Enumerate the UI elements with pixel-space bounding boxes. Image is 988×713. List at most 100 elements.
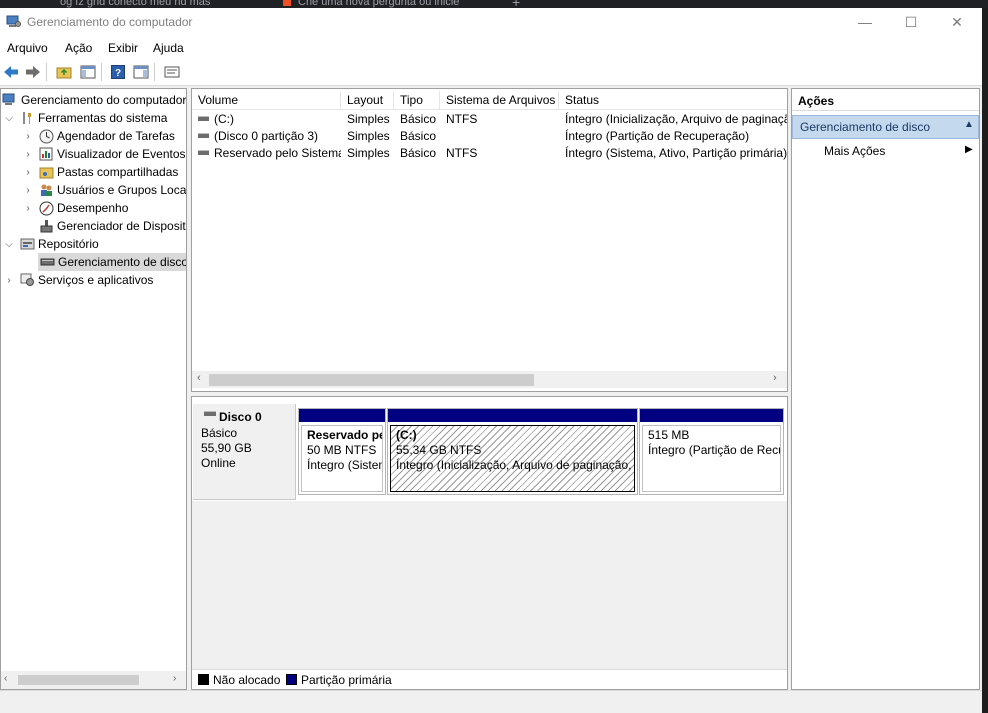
- scroll-left-icon[interactable]: ‹: [197, 372, 201, 384]
- new-tab-icon[interactable]: +: [512, 0, 520, 8]
- table-row[interactable]: Reservado pelo Sistema Simples Básico NT…: [192, 145, 787, 162]
- menu-exibir[interactable]: Exibir: [108, 41, 138, 55]
- disk-icon: [198, 133, 209, 139]
- tree-item-computer-management[interactable]: Gerenciamento do computador: [1, 91, 186, 109]
- show-hide-tree-icon[interactable]: [79, 63, 97, 81]
- menu-acao[interactable]: Ação: [65, 41, 92, 55]
- tree-item-system-tools[interactable]: ⌵ Ferramentas do sistema: [3, 109, 167, 127]
- chevron-right-icon[interactable]: ›: [22, 185, 34, 196]
- partition-status: Íntegro (Partição de Recuperação): [648, 443, 780, 457]
- computer-management-icon: [2, 92, 18, 108]
- tree-label: Ferramentas do sistema: [38, 111, 168, 125]
- toolbar: ?: [0, 58, 982, 86]
- column-header-status[interactable]: Status: [559, 91, 787, 110]
- tree-item-shared-folders[interactable]: › Pastas compartilhadas: [22, 163, 178, 181]
- disk-icon: [204, 411, 216, 416]
- storage-icon: [19, 236, 35, 252]
- volume-fs: NTFS: [446, 112, 478, 126]
- actions-header: Ações: [792, 89, 979, 111]
- tree-label: Gerenciamento do computador: [21, 93, 187, 107]
- scrollbar-thumb[interactable]: [209, 374, 534, 386]
- volume-type: Básico: [400, 129, 437, 143]
- tree-item-services[interactable]: › Serviços e aplicativos: [3, 271, 153, 289]
- table-row[interactable]: (C:) Simples Básico NTFS Íntegro (Inicia…: [192, 111, 787, 128]
- disk-name: Disco 0: [219, 410, 262, 424]
- tree-item-event-viewer[interactable]: › Visualizador de Eventos: [22, 145, 185, 163]
- volume-name: (C:): [214, 112, 234, 126]
- browser-tab[interactable]: Crie uma nova pergunta ou inicie: [298, 0, 459, 8]
- partition-size: 515 MB: [648, 428, 690, 442]
- shared-folder-icon: [38, 164, 54, 180]
- volume-list: Volume Layout Tipo Sistema de Arquivos S…: [191, 88, 788, 392]
- services-icon: [19, 272, 35, 288]
- tree-horizontal-scrollbar[interactable]: ‹ ›: [1, 671, 186, 689]
- tree-label: Desempenho: [57, 201, 129, 215]
- close-button[interactable]: ✕: [934, 8, 980, 36]
- tree-item-disk-management[interactable]: Gerenciamento de disco: [38, 253, 186, 271]
- chevron-right-icon[interactable]: ›: [22, 149, 34, 160]
- partition-recovery[interactable]: 515 MB Íntegro (Partição de Recuperação): [639, 408, 784, 495]
- window-title: Gerenciamento do computador: [27, 15, 193, 29]
- partition-c[interactable]: (C:) 55,34 GB NTFS Íntegro (Inicializaçã…: [387, 408, 638, 495]
- back-icon[interactable]: [2, 63, 20, 81]
- chevron-down-icon[interactable]: ⌵: [3, 239, 15, 250]
- disk-icon: [40, 254, 55, 270]
- browser-tab[interactable]: og fz gnd conecto meu hd mas: [60, 0, 210, 8]
- tree-item-storage[interactable]: ⌵ Repositório: [3, 235, 99, 253]
- forward-icon[interactable]: [24, 63, 42, 81]
- primary-partition-bar: [388, 409, 637, 422]
- scroll-right-icon[interactable]: ›: [173, 673, 176, 684]
- tree-item-device-manager[interactable]: Gerenciador de Dispositivos: [34, 217, 186, 235]
- chevron-right-icon[interactable]: ›: [22, 203, 34, 214]
- disk-info-box[interactable]: Disco 0 Básico 55,90 GB Online: [193, 404, 296, 500]
- column-header-layout[interactable]: Layout: [341, 91, 394, 110]
- performance-icon: [38, 200, 54, 216]
- volume-fs: NTFS: [446, 146, 478, 160]
- menu-ajuda[interactable]: Ajuda: [153, 41, 184, 55]
- chevron-right-icon[interactable]: ›: [3, 275, 15, 286]
- partition-status: Íntegro (Inicialização, Arquivo de pagin…: [396, 458, 634, 472]
- scroll-left-icon[interactable]: ‹: [4, 673, 7, 684]
- chevron-right-icon[interactable]: ›: [22, 167, 34, 178]
- minimize-button[interactable]: —: [842, 8, 888, 36]
- toolbar-separator: [101, 63, 102, 81]
- device-manager-icon: [38, 218, 54, 234]
- chevron-down-icon[interactable]: ⌵: [3, 113, 15, 124]
- more-actions-item[interactable]: Mais Ações: [824, 144, 885, 158]
- tree-item-task-scheduler[interactable]: › Agendador de Tarefas: [22, 127, 175, 145]
- up-folder-icon[interactable]: [55, 63, 73, 81]
- actions-section-label: Gerenciamento de disco: [800, 120, 931, 134]
- maximize-button[interactable]: ☐: [888, 8, 934, 36]
- column-header-tipo[interactable]: Tipo: [394, 91, 440, 110]
- table-row[interactable]: (Disco 0 partição 3) Simples Básico Ínte…: [192, 128, 787, 145]
- tree-item-performance[interactable]: › Desempenho: [22, 199, 128, 217]
- actions-section-disk-management[interactable]: Gerenciamento de disco ▲: [792, 115, 979, 139]
- show-hide-action-pane-icon[interactable]: [132, 63, 150, 81]
- column-header-volume[interactable]: Volume: [192, 91, 341, 110]
- computer-management-icon: [6, 15, 21, 27]
- console-tree: Gerenciamento do computador ⌵ Ferramenta…: [0, 88, 187, 690]
- disk-graphical-view: Disco 0 Básico 55,90 GB Online Reservado…: [191, 396, 788, 690]
- partition-size: 50 MB NTFS: [307, 443, 377, 457]
- scrollbar-thumb[interactable]: [18, 675, 139, 685]
- column-header-file-system[interactable]: Sistema de Arquivos: [440, 91, 559, 110]
- volume-layout: Simples: [347, 112, 390, 126]
- primary-partition-bar: [640, 409, 783, 422]
- properties-icon[interactable]: [163, 63, 181, 81]
- volume-list-horizontal-scrollbar[interactable]: ‹ ›: [192, 371, 787, 388]
- collapse-up-icon[interactable]: ▲: [964, 119, 974, 130]
- graphical-view-background: [192, 501, 787, 669]
- chevron-right-icon[interactable]: ›: [22, 131, 34, 142]
- help-icon[interactable]: ?: [109, 63, 127, 81]
- disk-icon: [198, 150, 209, 156]
- partition-system-reserved[interactable]: Reservado pelo Sistema 50 MB NTFS Íntegr…: [298, 408, 386, 495]
- legend-label: Partição primária: [301, 673, 392, 687]
- actions-pane: Ações Gerenciamento de disco ▲ Mais Açõe…: [791, 88, 980, 690]
- volume-type: Básico: [400, 112, 437, 126]
- tree-label: Pastas compartilhadas: [57, 165, 179, 179]
- tree-item-local-users[interactable]: › Usuários e Grupos Locais: [22, 181, 186, 199]
- menu-arquivo[interactable]: Arquivo: [7, 41, 48, 55]
- title-bar: Gerenciamento do computador — ☐ ✕: [0, 8, 982, 36]
- scroll-right-icon[interactable]: ›: [773, 372, 777, 384]
- submenu-arrow-icon: ▶: [965, 144, 973, 155]
